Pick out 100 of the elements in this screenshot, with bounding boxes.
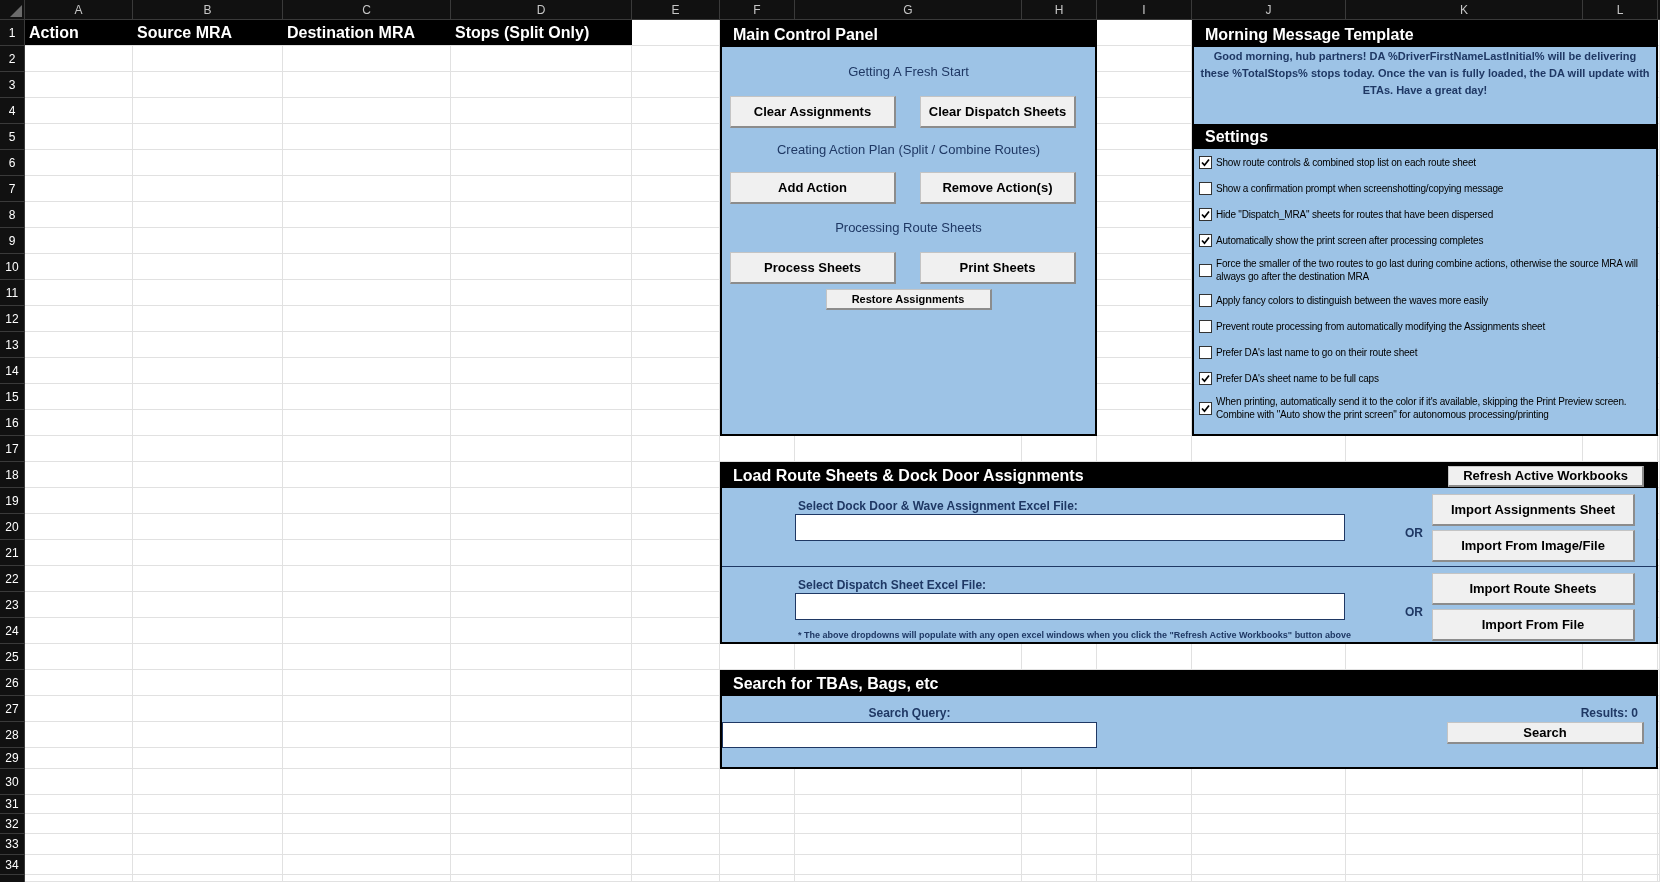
empty-cell[interactable] <box>1097 20 1192 46</box>
command-button[interactable]: Import From Image/File <box>1432 530 1635 562</box>
checkbox[interactable] <box>1199 207 1212 221</box>
select-all-corner[interactable] <box>0 0 25 20</box>
setting-label: Automatically show the print screen after processing completes <box>1216 233 1484 247</box>
column-header[interactable]: I <box>1097 0 1192 20</box>
row-header[interactable]: 10 <box>0 254 25 280</box>
row-header[interactable]: 26 <box>0 670 25 696</box>
row-header[interactable]: 12 <box>0 306 25 332</box>
checkbox[interactable] <box>1199 233 1212 247</box>
empty-cell[interactable] <box>1097 228 1192 254</box>
column-header[interactable]: J <box>1192 0 1346 20</box>
file-select-field[interactable] <box>795 514 1345 541</box>
column-header[interactable]: L <box>1583 0 1658 20</box>
command-button[interactable]: Clear Assignments <box>730 96 896 128</box>
checkbox[interactable] <box>1199 345 1212 359</box>
empty-cell[interactable] <box>1097 124 1192 150</box>
column-title: Source MRA <box>133 20 283 46</box>
command-button[interactable]: Clear Dispatch Sheets <box>920 96 1076 128</box>
panel-title: Main Control Panel <box>722 22 1095 47</box>
empty-cell[interactable] <box>1097 280 1192 306</box>
column-header[interactable]: G <box>795 0 1022 20</box>
panel-title: Morning Message Template <box>1194 22 1656 47</box>
row-header[interactable]: 15 <box>0 384 25 410</box>
command-button[interactable]: Import Assignments Sheet <box>1432 494 1635 526</box>
setting-label: Apply fancy colors to distinguish between the waves more easily <box>1216 293 1488 307</box>
row-header[interactable]: 25 <box>0 644 25 670</box>
row-header[interactable]: 29 <box>0 748 25 769</box>
empty-cell[interactable] <box>1097 150 1192 176</box>
column-header[interactable]: C <box>283 0 451 20</box>
column-header[interactable]: F <box>720 0 795 20</box>
command-button[interactable]: Search <box>1447 722 1644 744</box>
empty-cell[interactable] <box>1097 72 1192 98</box>
empty-cell[interactable] <box>1097 306 1192 332</box>
row-header[interactable]: 6 <box>0 150 25 176</box>
command-button[interactable]: Restore Assignments <box>825 289 992 310</box>
command-button[interactable]: Add Action <box>730 172 896 204</box>
empty-cell[interactable] <box>1097 98 1192 124</box>
command-button[interactable]: Import From File <box>1432 609 1635 641</box>
row-header[interactable]: 17 <box>0 436 25 462</box>
row-header[interactable]: 32 <box>0 814 25 834</box>
row-header[interactable]: 7 <box>0 176 25 202</box>
empty-cell[interactable] <box>1097 332 1192 358</box>
row-header[interactable]: 13 <box>0 332 25 358</box>
row-header[interactable]: 20 <box>0 514 25 540</box>
row-header[interactable]: 28 <box>0 722 25 748</box>
command-button[interactable]: Refresh Active Workbooks <box>1448 465 1644 487</box>
row-header[interactable]: 23 <box>0 592 25 618</box>
empty-cell[interactable] <box>1097 176 1192 202</box>
file-select-field[interactable] <box>795 593 1345 620</box>
column-header[interactable]: A <box>25 0 133 20</box>
empty-cell[interactable] <box>1097 384 1192 410</box>
empty-cell[interactable] <box>1097 46 1192 72</box>
row-header[interactable]: 9 <box>0 228 25 254</box>
row-header[interactable]: 24 <box>0 618 25 644</box>
checkbox[interactable] <box>1199 293 1212 307</box>
empty-cell[interactable] <box>1097 254 1192 280</box>
empty-cell[interactable] <box>1097 410 1192 436</box>
row-header[interactable]: 5 <box>0 124 25 150</box>
row-header[interactable]: 14 <box>0 358 25 384</box>
row-header[interactable]: 1 <box>0 20 25 46</box>
checkbox[interactable] <box>1199 155 1212 169</box>
row-header[interactable]: 4 <box>0 98 25 124</box>
command-button[interactable]: Import Route Sheets <box>1432 573 1635 605</box>
row-header[interactable]: 3 <box>0 72 25 98</box>
checkbox[interactable] <box>1199 181 1212 195</box>
checkbox[interactable] <box>1199 263 1212 277</box>
command-button[interactable]: Process Sheets <box>730 252 896 284</box>
row-header[interactable]: 16 <box>0 410 25 436</box>
row-header[interactable]: 18 <box>0 462 25 488</box>
column-header[interactable]: K <box>1346 0 1583 20</box>
row-header[interactable]: 33 <box>0 834 25 855</box>
results-count: Results: 0 <box>1580 705 1638 721</box>
row-header[interactable]: 2 <box>0 46 25 72</box>
row-header[interactable]: 34 <box>0 855 25 875</box>
checkbox[interactable] <box>1199 401 1212 415</box>
message-text: Good morning, hub partners! DA %DriverFirstNameLastInitial% will be delivering these %TotalStops% stops today. Once the van is fully loaded, the DA will update with ETAs. Have a great day! <box>1199 49 1651 98</box>
row-header[interactable] <box>0 875 25 882</box>
empty-cell[interactable] <box>1097 202 1192 228</box>
row-header[interactable]: 22 <box>0 566 25 592</box>
row-header[interactable]: 11 <box>0 280 25 306</box>
command-button[interactable]: Print Sheets <box>920 252 1076 284</box>
search-field[interactable] <box>722 722 1097 748</box>
checkbox[interactable] <box>1199 319 1212 333</box>
column-header[interactable]: H <box>1022 0 1097 20</box>
column-header[interactable]: B <box>133 0 283 20</box>
setting-label: When printing, automatically send it to the color if it's available, skipping the Print Preview screen. Combine with "Auto show the print screen" for autonomous processing/printing <box>1216 395 1628 421</box>
field-label: Select Dock Door & Wave Assignment Excel File: <box>797 498 1078 514</box>
checkbox[interactable] <box>1199 371 1212 385</box>
column-title: Destination MRA <box>283 20 451 46</box>
row-header[interactable]: 19 <box>0 488 25 514</box>
column-header[interactable]: D <box>451 0 632 20</box>
row-header[interactable]: 30 <box>0 769 25 795</box>
row-header[interactable]: 31 <box>0 795 25 814</box>
row-header[interactable]: 27 <box>0 696 25 722</box>
column-header[interactable]: E <box>632 0 720 20</box>
command-button[interactable]: Remove Action(s) <box>920 172 1076 204</box>
row-header[interactable]: 21 <box>0 540 25 566</box>
row-header[interactable]: 8 <box>0 202 25 228</box>
empty-cell[interactable] <box>1097 358 1192 384</box>
